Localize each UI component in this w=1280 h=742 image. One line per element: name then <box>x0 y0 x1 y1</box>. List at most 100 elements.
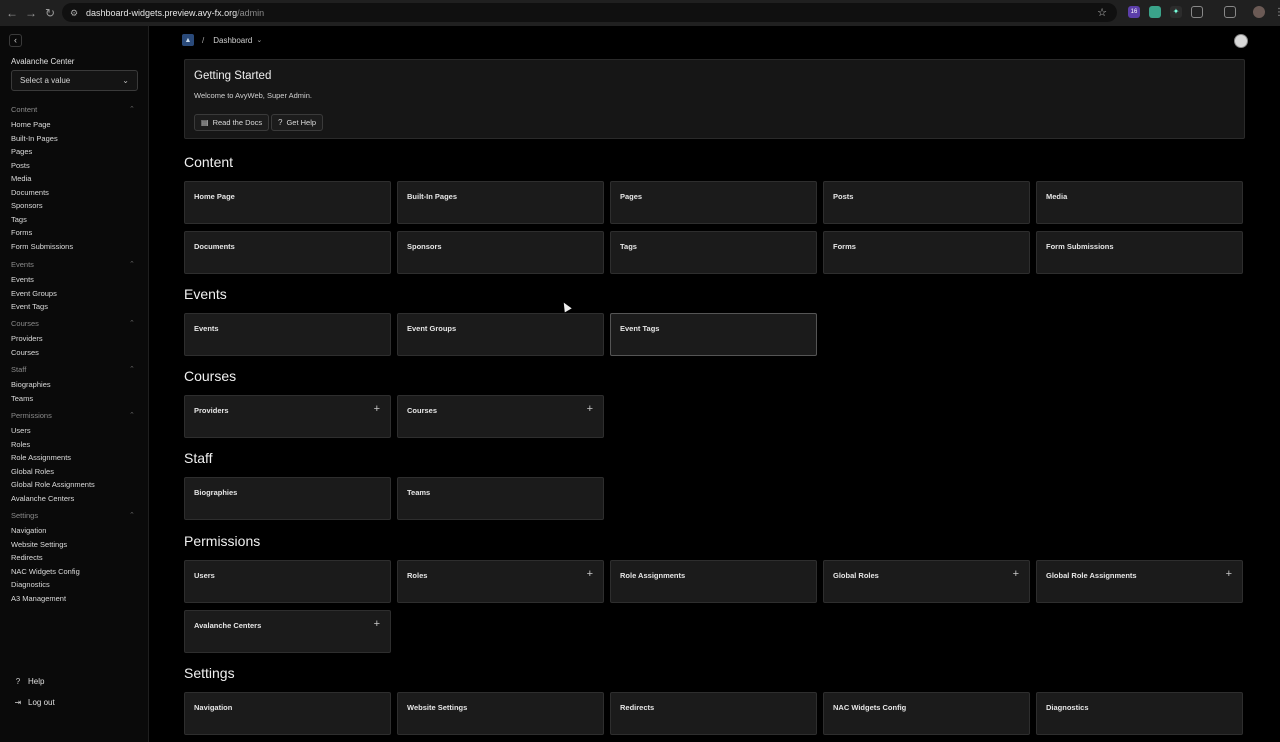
sidebar-item[interactable]: Providers <box>11 334 43 343</box>
collection-card[interactable]: Posts <box>823 181 1030 224</box>
collection-card[interactable]: Home Page <box>184 181 391 224</box>
sidebar-item[interactable]: Posts <box>11 161 30 170</box>
sidebar-item[interactable]: Event Tags <box>11 302 48 311</box>
sidebar-item[interactable]: Documents <box>11 188 49 197</box>
site-info-icon[interactable]: ⚙ <box>70 8 80 18</box>
reload-icon[interactable]: ↻ <box>40 3 60 23</box>
collection-card[interactable]: Teams <box>397 477 604 520</box>
collection-card[interactable]: Media <box>1036 181 1243 224</box>
chevron-up-icon[interactable]: ⌃ <box>129 411 135 419</box>
sidebar-item[interactable]: Roles <box>11 440 30 449</box>
sidebar-item[interactable]: Forms <box>11 228 32 237</box>
user-avatar[interactable] <box>1234 34 1248 48</box>
chevron-up-icon[interactable]: ⌃ <box>129 105 135 113</box>
collection-card[interactable]: Users <box>184 560 391 603</box>
collection-card[interactable]: Redirects <box>610 692 817 735</box>
address-bar[interactable]: ⚙ dashboard-widgets.preview.avy-fx.org/a… <box>62 3 1117 22</box>
nav-group-title[interactable]: Permissions <box>11 411 52 420</box>
extension-badge-icon[interactable]: 16 <box>1128 6 1140 18</box>
sidebar-item[interactable]: Role Assignments <box>11 453 71 462</box>
plus-icon[interactable]: + <box>587 403 593 415</box>
sidepanel-icon[interactable] <box>1224 6 1236 18</box>
menu-dots-icon[interactable]: ⋮ <box>1274 7 1280 18</box>
plus-icon[interactable]: + <box>587 568 593 580</box>
collection-card[interactable]: Roles + <box>397 560 604 603</box>
get-help-button[interactable]: ? Get Help <box>271 114 324 131</box>
read-docs-button[interactable]: ▤ Read the Docs <box>194 114 270 131</box>
plus-icon[interactable]: + <box>374 618 380 630</box>
collection-card[interactable]: Biographies <box>184 477 391 520</box>
sidebar-item[interactable]: Form Submissions <box>11 242 73 251</box>
collection-card[interactable]: Sponsors <box>397 231 604 274</box>
sidebar-item[interactable]: Sponsors <box>11 201 43 210</box>
extension-spark-icon[interactable]: ✦ <box>1170 6 1182 18</box>
back-icon[interactable]: ← <box>2 3 22 23</box>
sidebar-item[interactable]: Navigation <box>11 526 46 535</box>
collection-card[interactable]: Diagnostics <box>1036 692 1243 735</box>
sidebar-item[interactable]: Home Page <box>11 120 51 129</box>
chevron-up-icon[interactable]: ⌃ <box>129 511 135 519</box>
sidebar-item[interactable]: Avalanche Centers <box>11 494 74 503</box>
collection-card[interactable]: Global Roles + <box>823 560 1030 603</box>
collection-card[interactable]: Documents <box>184 231 391 274</box>
extension-icon[interactable] <box>1149 6 1161 18</box>
mountain-logo-icon[interactable]: ▲ <box>182 34 194 46</box>
bookmark-star-icon[interactable]: ☆ <box>1097 6 1107 19</box>
collection-card[interactable]: Events <box>184 313 391 356</box>
sidebar-item[interactable]: Users <box>11 426 31 435</box>
collection-card[interactable]: Navigation <box>184 692 391 735</box>
sidebar-item[interactable]: Global Role Assignments <box>11 480 95 489</box>
collection-card[interactable]: Website Settings <box>397 692 604 735</box>
sidebar-item[interactable]: Teams <box>11 394 33 403</box>
sidebar-item[interactable]: Redirects <box>11 553 43 562</box>
sidebar-item[interactable]: Event Groups <box>11 289 57 298</box>
nav-group-title[interactable]: Events <box>11 260 34 269</box>
sidebar-item[interactable]: Built-In Pages <box>11 134 58 143</box>
collection-card[interactable]: Role Assignments <box>610 560 817 603</box>
sidebar-item[interactable]: Biographies <box>11 380 51 389</box>
forward-icon[interactable]: → <box>21 3 41 23</box>
puzzle-icon[interactable] <box>1191 6 1203 18</box>
help-link[interactable]: ? Help <box>12 677 45 686</box>
sidebar-item[interactable]: Courses <box>11 348 39 357</box>
sidebar-item[interactable]: Pages <box>11 147 32 156</box>
section-title: Content <box>184 154 234 170</box>
collection-card[interactable]: Tags <box>610 231 817 274</box>
nav-group-title[interactable]: Courses <box>11 319 39 328</box>
plus-icon[interactable]: + <box>374 403 380 415</box>
chevron-up-icon[interactable]: ⌃ <box>129 260 135 268</box>
sidebar-item[interactable]: Tags <box>11 215 27 224</box>
collection-card[interactable]: NAC Widgets Config <box>823 692 1030 735</box>
chevron-up-icon[interactable]: ⌃ <box>129 319 135 327</box>
collapse-sidebar-icon[interactable]: ‹ <box>9 34 22 47</box>
profile-avatar[interactable] <box>1253 6 1265 18</box>
avalanche-center-select[interactable]: Select a value ⌄ <box>11 70 138 91</box>
collection-card[interactable]: Built-In Pages <box>397 181 604 224</box>
sidebar-item[interactable]: Media <box>11 174 31 183</box>
plus-icon[interactable]: + <box>1226 568 1232 580</box>
collection-card[interactable]: Providers + <box>184 395 391 438</box>
breadcrumb-dashboard[interactable]: Dashboard <box>213 36 252 45</box>
chevron-up-icon[interactable]: ⌃ <box>129 365 135 373</box>
collection-card[interactable]: Courses + <box>397 395 604 438</box>
collection-card[interactable]: Avalanche Centers + <box>184 610 391 653</box>
collection-card[interactable]: Event Tags <box>610 313 817 356</box>
chevron-down-icon[interactable]: ⌄ <box>256 36 262 44</box>
help-label: Help <box>28 677 45 686</box>
sidebar-item[interactable]: Global Roles <box>11 467 54 476</box>
collection-card[interactable]: Global Role Assignments + <box>1036 560 1243 603</box>
collection-card[interactable]: Pages <box>610 181 817 224</box>
collection-card[interactable]: Forms <box>823 231 1030 274</box>
nav-group-title[interactable]: Content <box>11 105 37 114</box>
plus-icon[interactable]: + <box>1013 568 1019 580</box>
nav-group-title[interactable]: Staff <box>11 365 26 374</box>
sidebar-item[interactable]: Diagnostics <box>11 580 50 589</box>
sidebar-item[interactable]: Events <box>11 275 34 284</box>
sidebar-item[interactable]: Website Settings <box>11 540 67 549</box>
sidebar-item[interactable]: A3 Management <box>11 594 66 603</box>
logout-link[interactable]: ⇥ Log out <box>12 698 55 707</box>
collection-card[interactable]: Form Submissions <box>1036 231 1243 274</box>
collection-card[interactable]: Event Groups <box>397 313 604 356</box>
sidebar-item[interactable]: NAC Widgets Config <box>11 567 80 576</box>
nav-group-title[interactable]: Settings <box>11 511 38 520</box>
